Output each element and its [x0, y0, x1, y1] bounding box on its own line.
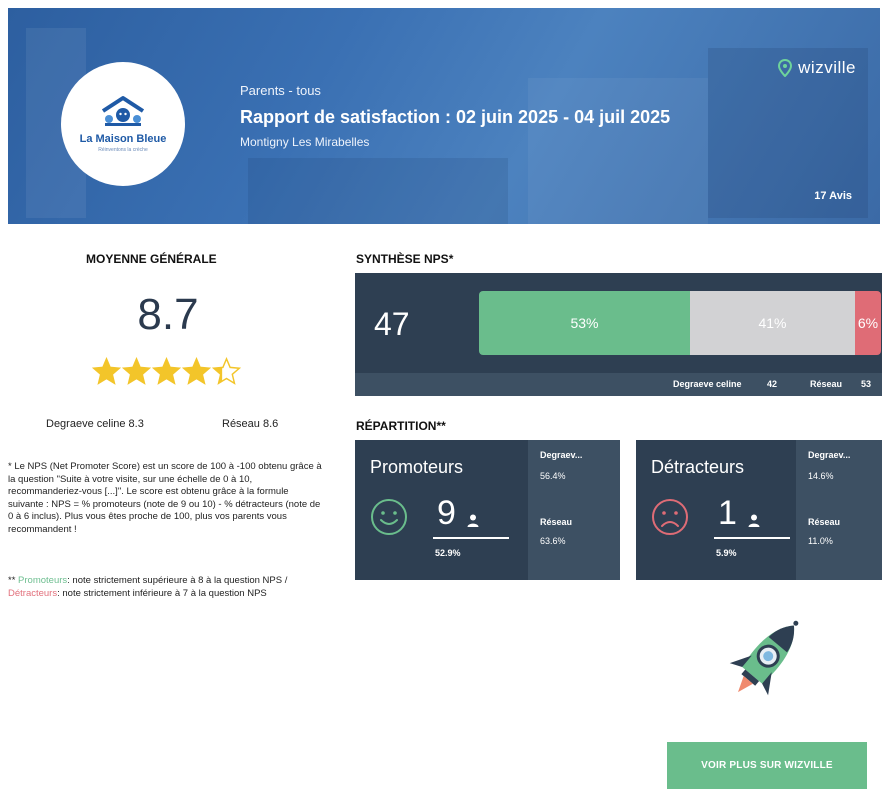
detractors-card: Degraev... 14.6% Réseau 11.0% Détracteur… — [636, 440, 882, 580]
brand-logo: La Maison Bleue Réinventons la crèche — [61, 62, 185, 186]
promoters-percentage: 52.9% — [435, 548, 461, 558]
nps-section-title: SYNTHÈSE NPS* — [356, 252, 454, 266]
sad-face-icon — [652, 499, 688, 535]
nps-site-label: Degraeve celine — [673, 379, 742, 389]
nps-panel: 47 53% 41% 6% Degraeve celine 42 Réseau … — [355, 273, 882, 396]
star-rating — [92, 357, 241, 386]
detractors-percentage: 5.9% — [716, 548, 737, 558]
nps-network-label: Réseau — [810, 379, 843, 389]
nps-promoters-segment: 53% — [479, 291, 690, 355]
report-segment: Parents - tous — [240, 83, 321, 98]
wizville-brand: wizville — [778, 58, 856, 78]
nps-network-value: 53 — [861, 379, 872, 389]
house-logo-icon — [101, 96, 145, 126]
brand-name: wizville — [798, 58, 856, 77]
star-icon — [212, 357, 241, 385]
detractors-site-value: 14.6% — [808, 471, 834, 481]
nps-detractors-segment: 6% — [855, 291, 881, 355]
report-title: Rapport de satisfaction : 02 juin 2025 -… — [240, 107, 671, 127]
detractors-site-label: Degraev... — [808, 450, 851, 460]
legend-promoters-label: Promoteurs — [18, 575, 68, 586]
logo-tagline: Réinventons la crèche — [98, 147, 148, 153]
legend-prefix: ** — [8, 575, 19, 586]
nps-comparison-footer: Degraeve celine 42 Réseau 53 — [355, 373, 882, 396]
banner-background-shape — [248, 158, 508, 224]
detractors-comparison-panel: Degraev... 14.6% Réseau 11.0% — [796, 440, 882, 580]
categories-legend-note: ** Promoteurs: note strictement supérieu… — [8, 575, 326, 600]
promoters-site-value: 56.4% — [540, 471, 566, 481]
network-average: Réseau 8.6 — [222, 418, 279, 430]
person-icon — [467, 514, 479, 527]
nps-score: 47 — [374, 306, 410, 342]
detractors-network-label: Réseau — [808, 517, 841, 527]
logo-name: La Maison Bleue — [79, 133, 167, 145]
star-icon — [152, 357, 181, 385]
legend-promoters-text: : note strictement supérieure à 8 à la q… — [67, 575, 288, 586]
legend-detractors-text: : note strictement inférieure à 7 à la q… — [57, 587, 267, 599]
promoters-card: Degraev... 56.4% Réseau 63.6% Promoteurs… — [355, 440, 620, 580]
distribution-section-title: RÉPARTITION** — [356, 419, 446, 433]
detractors-count: 1 — [718, 494, 737, 532]
divider — [433, 537, 509, 539]
detractors-title: Détracteurs — [651, 457, 745, 477]
person-icon — [748, 514, 760, 527]
promoters-network-value: 63.6% — [540, 536, 566, 546]
site-average: Degraeve celine 8.3 — [46, 418, 144, 430]
nps-explanation-note: * Le NPS (Net Promoter Score) est un sco… — [8, 461, 322, 535]
report-location: Montigny Les Mirabelles — [240, 135, 370, 149]
divider — [714, 537, 790, 539]
detractors-network-value: 11.0% — [808, 536, 833, 546]
star-icon — [182, 357, 211, 385]
nps-passives-segment: 41% — [690, 291, 855, 355]
promoters-title: Promoteurs — [370, 457, 464, 477]
nps-site-value: 42 — [767, 379, 778, 389]
nps-distribution-bar: 53% 41% 6% — [479, 291, 881, 355]
location-pin-icon — [778, 59, 793, 77]
rocket-icon — [729, 620, 799, 696]
promoters-comparison-panel: Degraev... 56.4% Réseau 63.6% — [528, 440, 620, 580]
see-more-button[interactable]: VOIR PLUS SUR WIZVILLE — [667, 742, 867, 789]
reviews-count: 17 Avis — [814, 190, 852, 202]
average-score: 8.7 — [137, 290, 199, 339]
promoters-count: 9 — [437, 494, 456, 532]
promoters-network-label: Réseau — [540, 517, 573, 527]
smile-face-icon — [371, 499, 407, 535]
header-banner: La Maison Bleue Réinventons la crèche Pa… — [8, 8, 880, 224]
star-icon — [122, 357, 151, 385]
legend-detractors-label: Détracteurs — [8, 587, 58, 599]
promoters-site-label: Degraev... — [540, 450, 583, 460]
banner-background-shape — [528, 78, 708, 224]
star-icon — [92, 357, 121, 385]
average-section-title: MOYENNE GÉNÉRALE — [86, 252, 217, 266]
